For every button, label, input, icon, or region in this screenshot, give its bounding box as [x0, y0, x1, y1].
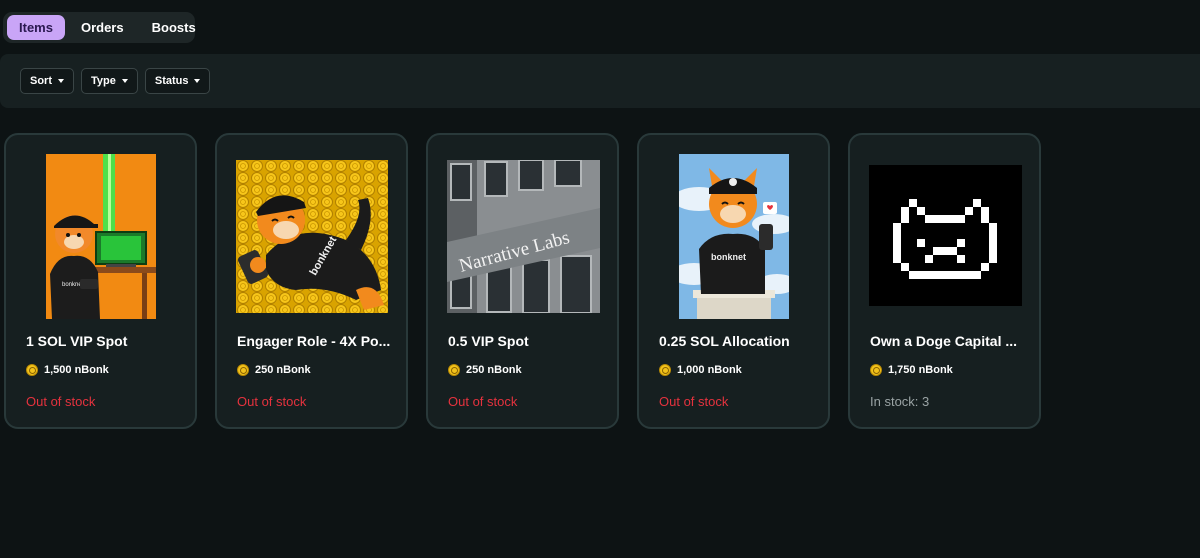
price-label: 1,000 nBonk: [677, 364, 742, 376]
chevron-down-icon: [194, 79, 201, 83]
item-card[interactable]: Narrative Labs 0.5 VIP Spot 250 nBonk Ou…: [426, 133, 619, 429]
type-label: Type: [91, 75, 116, 87]
item-price: 250 nBonk: [448, 364, 522, 376]
stock-status: Out of stock: [237, 394, 307, 409]
status-label: Status: [154, 75, 189, 87]
coin-icon: [26, 364, 38, 376]
sort-label: Sort: [30, 75, 52, 87]
item-title: 0.25 SOL Allocation: [659, 333, 790, 349]
price-label: 250 nBonk: [466, 364, 522, 376]
item-price: 250 nBonk: [237, 364, 311, 376]
chevron-down-icon: [121, 79, 128, 83]
narrative-labs-building-image: Narrative Labs: [447, 160, 600, 313]
tab-items[interactable]: Items: [7, 15, 65, 40]
item-card[interactable]: bonknet 0.25 SOL Allocation 1,000 nBonk …: [637, 133, 830, 429]
sort-dropdown[interactable]: Sort: [20, 68, 74, 94]
item-card[interactable]: Own a Doge Capital ... 1,750 nBonk In st…: [848, 133, 1041, 429]
coin-icon: [659, 364, 671, 376]
stock-status: In stock: 3: [870, 394, 930, 409]
item-title: Own a Doge Capital ...: [870, 333, 1018, 349]
price-label: 250 nBonk: [255, 364, 311, 376]
tab-orders[interactable]: Orders: [69, 15, 136, 40]
type-dropdown[interactable]: Type: [81, 68, 138, 94]
bonk-dog-statue-phone-image: bonknet: [679, 154, 789, 319]
coin-icon: [237, 364, 249, 376]
pixel-doge-logo-image: [869, 165, 1022, 306]
price-label: 1,750 nBonk: [888, 364, 953, 376]
bonknet-logo-text: bonknet: [711, 252, 746, 262]
item-title: 1 SOL VIP Spot: [26, 333, 128, 349]
coin-icon: [448, 364, 460, 376]
item-title: 0.5 VIP Spot: [448, 333, 529, 349]
stock-status: Out of stock: [448, 394, 518, 409]
item-price: 1,750 nBonk: [870, 364, 953, 376]
stock-status: Out of stock: [659, 394, 729, 409]
tab-boosts[interactable]: Boosts: [140, 15, 208, 40]
bonk-dog-lying-on-coins-image: bonknet: [236, 160, 388, 313]
status-dropdown[interactable]: Status: [144, 68, 211, 94]
item-price: 1,000 nBonk: [659, 364, 742, 376]
price-label: 1,500 nBonk: [44, 364, 109, 376]
filter-bar: Sort Type Status: [0, 54, 1200, 108]
tab-bar: Items Orders Boosts: [3, 12, 196, 43]
coin-icon: [870, 364, 882, 376]
item-card[interactable]: bonknet 1 SOL VIP Spot 1,500 nBonk Out o…: [4, 133, 197, 429]
bonk-dog-at-computer-image: bonknet: [46, 154, 156, 319]
item-price: 1,500 nBonk: [26, 364, 109, 376]
chevron-down-icon: [58, 79, 64, 83]
stock-status: Out of stock: [26, 394, 96, 409]
item-card[interactable]: bonknet Engager Role - 4X Po... 250 nBon…: [215, 133, 408, 429]
item-title: Engager Role - 4X Po...: [237, 333, 391, 349]
item-grid: bonknet 1 SOL VIP Spot 1,500 nBonk Out o…: [4, 133, 1041, 429]
